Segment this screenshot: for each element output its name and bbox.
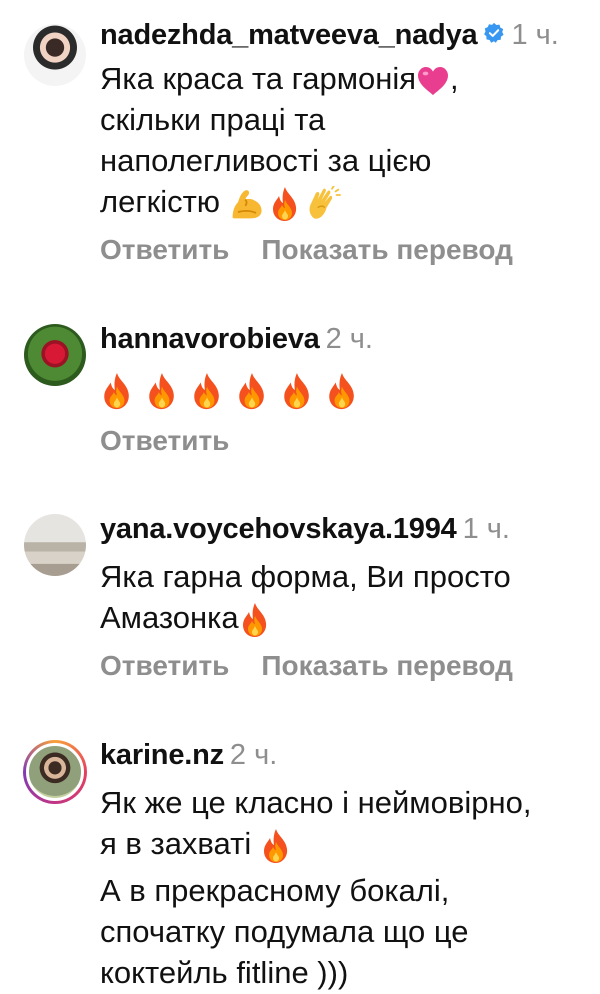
avatar[interactable] — [24, 324, 86, 386]
comment-username[interactable]: yana.voycehovskaya.1994 — [100, 513, 457, 545]
comment-text: Як же це класно і неймовірно, я в захват… — [100, 785, 532, 990]
comment-username[interactable]: karine.nz — [100, 739, 224, 771]
show-translation-button[interactable]: Показать перевод — [261, 650, 513, 681]
comment-time: 2 ч. — [229, 739, 278, 771]
fire-icon — [145, 371, 179, 411]
fire-icon — [239, 602, 271, 638]
fire-icon — [100, 371, 134, 411]
flexed-biceps-icon — [229, 187, 265, 221]
avatar[interactable] — [24, 514, 86, 576]
fire-icon — [190, 371, 224, 411]
comment-text: Яка гарна форма, Ви просто Амазонка — [100, 556, 580, 638]
reply-button[interactable]: Ответить — [100, 234, 229, 265]
comment-username[interactable]: nadezhda_matveeva_nadya — [100, 19, 478, 51]
reply-button[interactable]: Ответить — [100, 425, 229, 456]
avatar[interactable] — [24, 24, 86, 86]
comment-time: 1 ч. — [462, 513, 510, 545]
show-translation-button[interactable]: Показать перевод — [261, 234, 513, 265]
comment-username[interactable]: hannavorobieva — [100, 323, 320, 355]
fire-icon — [260, 828, 292, 864]
comment-text: Яка краса та гармонія, скільки праці та … — [100, 58, 580, 222]
fire-icon — [269, 186, 301, 222]
fire-icon — [325, 371, 359, 411]
comment-time: 1 ч. — [511, 19, 559, 51]
comment-time: 2 ч. — [325, 323, 373, 355]
clapping-hands-icon — [305, 186, 341, 222]
verified-badge-icon — [484, 23, 504, 44]
avatar-with-story-ring[interactable] — [23, 740, 87, 804]
fire-icon — [280, 371, 314, 411]
pink-heart-icon — [416, 66, 450, 96]
reply-button[interactable]: Ответить — [100, 650, 229, 681]
fire-icon — [235, 371, 269, 411]
comment-text — [100, 368, 580, 411]
comments-list: nadezhda_matveeva_nadya 1 ч. Яка краса та… — [0, 0, 600, 994]
